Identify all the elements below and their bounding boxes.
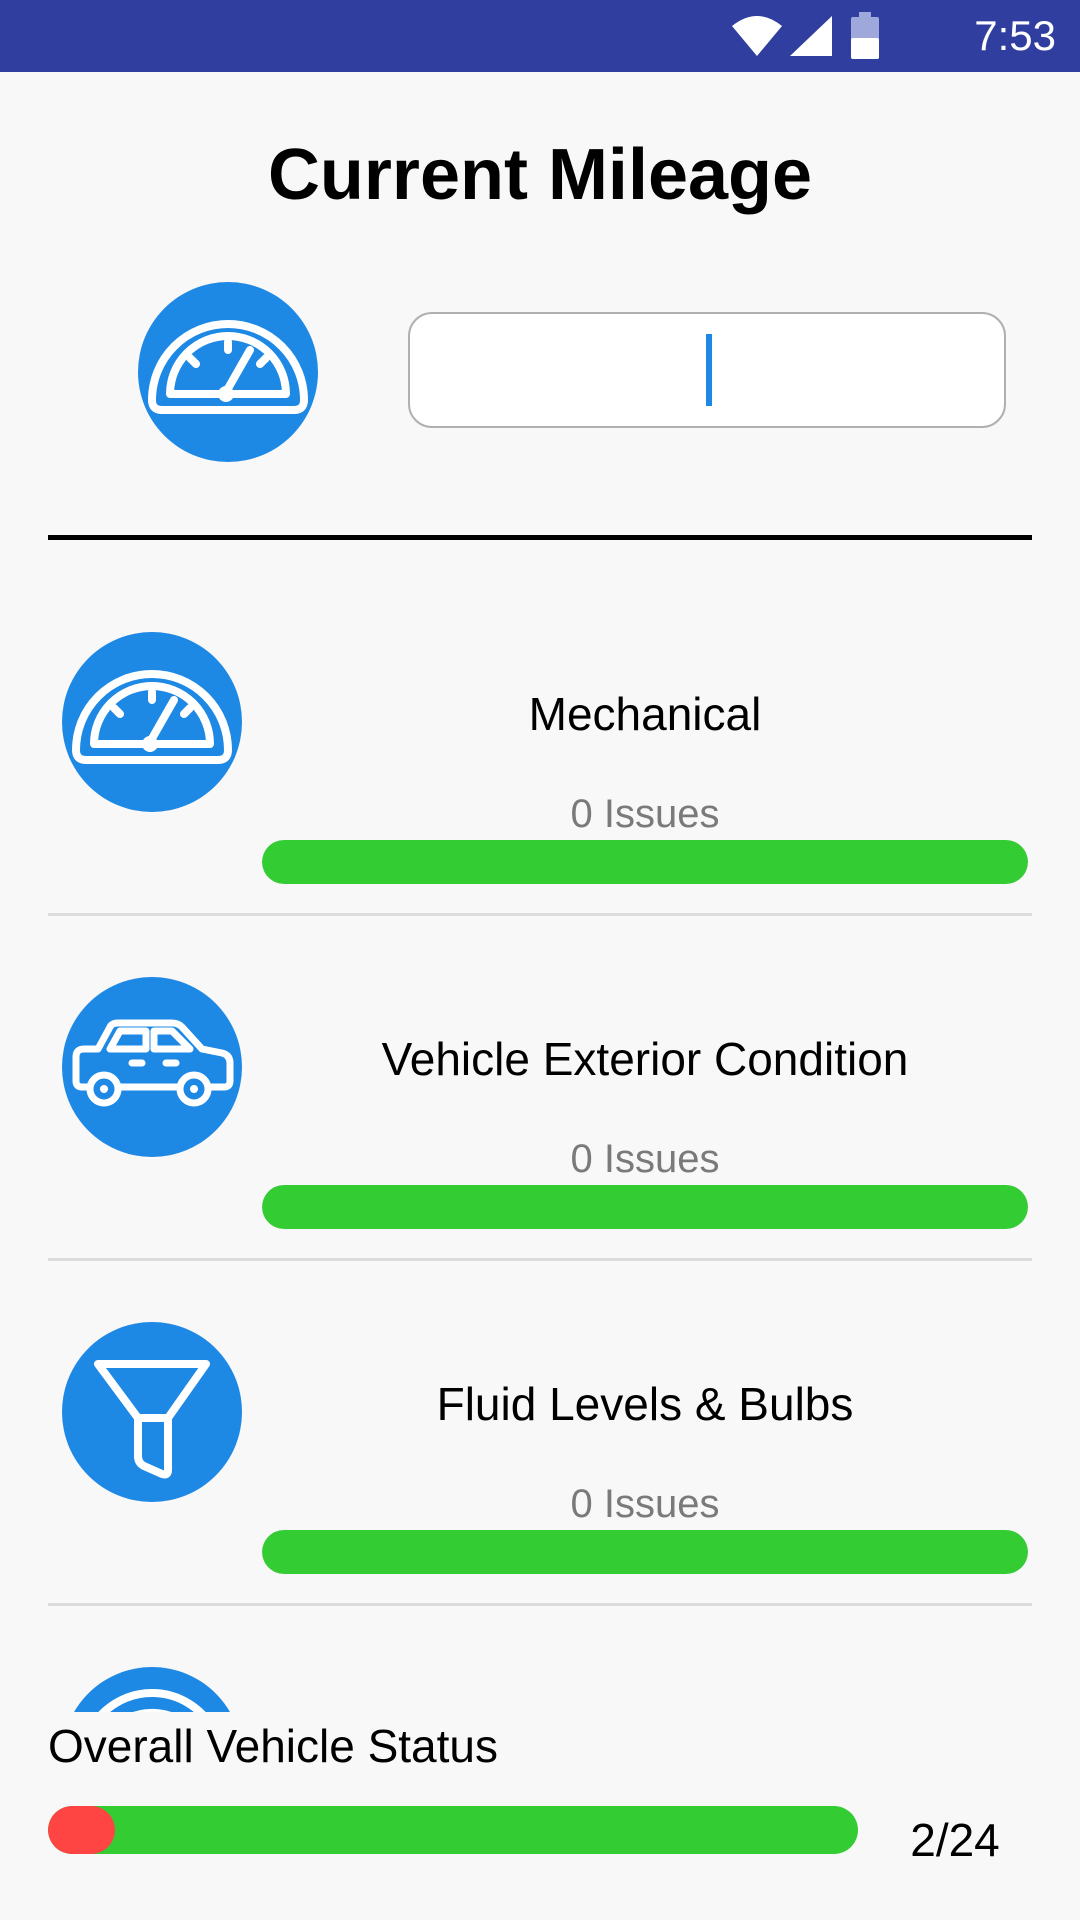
category-issues: 0 Issues bbox=[570, 1137, 720, 1181]
row-divider bbox=[48, 1603, 1032, 1606]
section-divider bbox=[48, 535, 1032, 540]
category-progress-fill bbox=[262, 1185, 1028, 1229]
overall-progress-bar bbox=[48, 1806, 858, 1854]
category-progress-fill bbox=[262, 840, 1028, 884]
cell-signal-icon bbox=[790, 16, 832, 56]
category-name: Mechanical bbox=[528, 688, 762, 740]
category-progress-bar bbox=[262, 840, 1028, 884]
wifi-icon bbox=[732, 16, 782, 56]
status-icons bbox=[680, 12, 930, 60]
mileage-speedometer-icon bbox=[138, 282, 318, 462]
overall-status-count: 2/24 bbox=[910, 1814, 1000, 1866]
battery-icon bbox=[851, 12, 879, 59]
category-issues: 0 Issues bbox=[570, 792, 720, 836]
overall-progress-fill bbox=[48, 1806, 116, 1854]
category-vehicle-exterior[interactable]: Vehicle Exterior Condition 0 Issues bbox=[0, 975, 1080, 1275]
funnel-icon bbox=[62, 1322, 242, 1502]
category-name: Vehicle Exterior Condition bbox=[381, 1033, 909, 1085]
text-caret bbox=[706, 334, 712, 406]
speedometer-icon bbox=[62, 632, 242, 812]
category-progress-bar bbox=[262, 1530, 1028, 1574]
category-name: Fluid Levels & Bulbs bbox=[436, 1378, 854, 1430]
row-divider bbox=[48, 913, 1032, 916]
category-fluid-levels[interactable]: Fluid Levels & Bulbs 0 Issues bbox=[0, 1320, 1080, 1620]
page-title: Current Mileage bbox=[267, 135, 813, 215]
category-progress-fill bbox=[262, 1530, 1028, 1574]
category-progress-bar bbox=[262, 1185, 1028, 1229]
overall-status-label: Overall Vehicle Status bbox=[48, 1720, 499, 1772]
status-bar: 7:53 bbox=[0, 0, 1080, 72]
status-time: 7:53 bbox=[974, 12, 1056, 59]
car-icon bbox=[62, 977, 242, 1157]
category-mechanical[interactable]: Mechanical 0 Issues bbox=[0, 630, 1080, 930]
category-issues: 0 Issues bbox=[570, 1482, 720, 1526]
row-divider bbox=[48, 1258, 1032, 1261]
